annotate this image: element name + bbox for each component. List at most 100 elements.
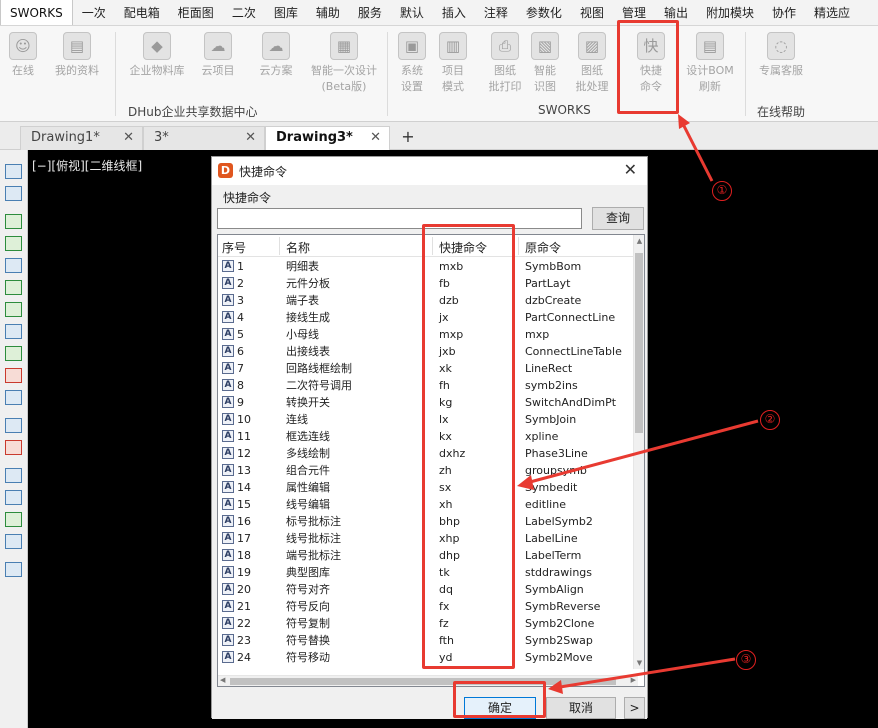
- row-name: 多线绘制: [286, 447, 330, 460]
- row-name: 符号反向: [286, 600, 330, 613]
- scrollbar-thumb[interactable]: [635, 253, 643, 433]
- vertical-scrollbar[interactable]: ▲ ▼: [633, 235, 644, 669]
- ribbon-button-label: 企业物料库: [129, 64, 185, 77]
- row-original-command: editline: [525, 498, 566, 511]
- tab-drawing3[interactable]: Drawing3* ✕: [265, 126, 390, 150]
- text-command-icon: A: [222, 277, 234, 289]
- tool-icon[interactable]: [5, 280, 22, 295]
- text-command-icon: A: [222, 617, 234, 629]
- menu-item[interactable]: 辅助: [307, 0, 349, 25]
- row-number: 12: [237, 447, 251, 460]
- search-input[interactable]: [217, 208, 582, 229]
- row-original-command: LabelTerm: [525, 549, 582, 562]
- ribbon-button-label: 项目 模式: [442, 64, 464, 93]
- ribbon-button-label: 图纸 批处理: [575, 64, 609, 93]
- menu-item[interactable]: SWORKS: [0, 0, 73, 25]
- tool-icon[interactable]: [5, 390, 22, 405]
- tool-icon[interactable]: [5, 562, 22, 577]
- ribbon-button-label: 智能 识图: [534, 64, 556, 93]
- column-header-name[interactable]: 名称: [286, 239, 310, 256]
- row-original-command: SymbReverse: [525, 600, 601, 613]
- scroll-down-icon[interactable]: ▼: [635, 659, 644, 667]
- scroll-up-icon[interactable]: ▲: [635, 237, 644, 245]
- close-icon[interactable]: ✕: [624, 160, 637, 179]
- ribbon-button[interactable]: ▦ 智能一次设计 (Beta版): [309, 32, 379, 95]
- ribbon-button[interactable]: ◌ 专属客服: [746, 32, 816, 79]
- menu-item[interactable]: 参数化: [517, 0, 571, 25]
- smart-design-icon: ▦: [330, 32, 358, 60]
- tab-3[interactable]: 3* ✕: [143, 126, 265, 150]
- row-original-command: LineRect: [525, 362, 573, 375]
- menu-item[interactable]: 视图: [571, 0, 613, 25]
- cancel-button[interactable]: 取消: [546, 697, 616, 719]
- text-command-icon: A: [222, 447, 234, 459]
- close-icon[interactable]: ✕: [245, 127, 256, 149]
- menu-bar: SWORKS 一次 配电箱 柜面图 二次 图库 辅助 服务 默认 插入 注释 参数化 视图 管理 输出 附加模…: [0, 0, 878, 26]
- row-original-command: Symb2Swap: [525, 634, 593, 647]
- scroll-left-icon[interactable]: ◀: [220, 676, 225, 684]
- text-command-icon: A: [222, 294, 234, 306]
- menu-item[interactable]: 服务: [349, 0, 391, 25]
- tool-icon[interactable]: [5, 324, 22, 339]
- menu-item[interactable]: 插入: [433, 0, 475, 25]
- tool-icon[interactable]: [5, 512, 22, 527]
- menu-item[interactable]: 默认: [391, 0, 433, 25]
- column-header-original[interactable]: 原命令: [525, 239, 561, 256]
- group-label: 快捷命令: [223, 191, 272, 205]
- row-name: 框选连线: [286, 430, 330, 443]
- horizontal-scrollbar[interactable]: ◀ ▶: [218, 675, 638, 686]
- menu-item[interactable]: 柜面图: [169, 0, 223, 25]
- tool-icon[interactable]: [5, 186, 22, 201]
- project-mode-icon: ▥: [439, 32, 467, 60]
- scrollbar-thumb[interactable]: [230, 678, 616, 685]
- ribbon-button[interactable]: ▤ 设计BOM 刷新: [675, 32, 745, 95]
- menu-item[interactable]: 注释: [475, 0, 517, 25]
- row-name: 组合元件: [286, 464, 330, 477]
- close-icon[interactable]: ✕: [123, 127, 134, 149]
- row-name: 二次符号调用: [286, 379, 352, 392]
- column-divider[interactable]: [279, 237, 280, 255]
- material-library-icon: ◆: [143, 32, 171, 60]
- tool-icon[interactable]: [5, 258, 22, 273]
- view-label[interactable]: [−][俯视][二维线框]: [32, 157, 142, 174]
- tool-icon[interactable]: [5, 368, 22, 383]
- menu-item[interactable]: 二次: [223, 0, 265, 25]
- search-button[interactable]: 查询: [592, 207, 644, 230]
- row-original-command: Symb2Clone: [525, 617, 595, 630]
- close-icon[interactable]: ✕: [370, 127, 381, 149]
- tool-icon[interactable]: [5, 346, 22, 361]
- more-button[interactable]: >: [624, 697, 645, 719]
- ribbon-button-label: 云项目: [201, 64, 235, 77]
- ribbon-button-label: 设计BOM 刷新: [686, 64, 734, 93]
- menu-item[interactable]: 协作: [763, 0, 805, 25]
- menu-item[interactable]: 图库: [265, 0, 307, 25]
- row-original-command: Symbedit: [525, 481, 578, 494]
- ribbon: ☺ 在线 ▤ 我的资料 ◆ 企业物料库 ☁ 云项目 ☁ 云方案 ▦ 智能一次设计 (Beta版) ▣ 系统…: [0, 26, 878, 122]
- ribbon-button[interactable]: ◆ 企业物料库: [122, 32, 192, 79]
- text-command-icon: A: [222, 379, 234, 391]
- column-divider[interactable]: [518, 237, 519, 255]
- tool-icon[interactable]: [5, 490, 22, 505]
- tool-icon[interactable]: [5, 236, 22, 251]
- document-tabs: Drawing1* ✕ 3* ✕ Drawing3* ✕ +: [0, 122, 878, 150]
- scroll-right-icon[interactable]: ▶: [631, 676, 636, 684]
- tool-icon[interactable]: [5, 418, 22, 433]
- menu-item[interactable]: 配电箱: [115, 0, 169, 25]
- ribbon-button[interactable]: ▤ 我的资料: [42, 32, 112, 79]
- tool-icon[interactable]: [5, 534, 22, 549]
- tool-icon[interactable]: [5, 440, 22, 455]
- tool-icon[interactable]: [5, 468, 22, 483]
- tool-icon[interactable]: [5, 214, 22, 229]
- tool-icon[interactable]: [5, 302, 22, 317]
- add-tab-icon[interactable]: +: [397, 127, 419, 149]
- row-name: 典型图库: [286, 566, 330, 579]
- column-header-no[interactable]: 序号: [222, 239, 246, 256]
- text-command-icon: A: [222, 549, 234, 561]
- row-number: 21: [237, 600, 251, 613]
- ribbon-button[interactable]: ☁ 云方案: [241, 32, 311, 79]
- menu-item[interactable]: 一次: [73, 0, 115, 25]
- menu-item[interactable]: 附加模块: [697, 0, 763, 25]
- menu-item[interactable]: 精选应: [805, 0, 859, 25]
- tool-icon[interactable]: [5, 164, 22, 179]
- tab-drawing1[interactable]: Drawing1* ✕: [20, 126, 143, 150]
